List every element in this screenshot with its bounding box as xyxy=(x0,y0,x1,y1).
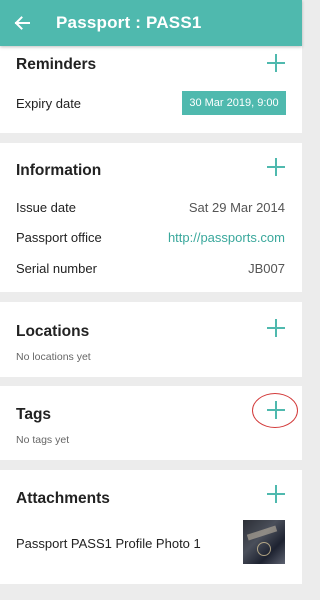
passport-office-label: Passport office xyxy=(16,230,102,245)
information-title: Information xyxy=(16,162,102,179)
add-location-button[interactable] xyxy=(266,318,286,338)
locations-empty-text: No locations yet xyxy=(16,351,91,363)
serial-number-value: JB007 xyxy=(248,261,285,276)
tags-title: Tags xyxy=(16,406,52,423)
add-reminder-button[interactable] xyxy=(266,53,286,73)
information-card: Information Issue date Sat 29 Mar 2014 P… xyxy=(0,143,302,292)
attachments-card: Attachments Passport PASS1 Profile Photo… xyxy=(0,470,302,584)
reminders-title: Reminders xyxy=(16,56,97,73)
attachment-thumbnail[interactable] xyxy=(243,520,285,564)
app-bar: Passport : PASS1 xyxy=(0,0,302,46)
attachment-name[interactable]: Passport PASS1 Profile Photo 1 xyxy=(16,536,201,551)
add-information-button[interactable] xyxy=(266,157,286,177)
locations-card: Locations No locations yet xyxy=(0,302,302,377)
issue-date-label: Issue date xyxy=(16,200,76,215)
passport-emblem-icon xyxy=(257,542,271,556)
highlight-circle xyxy=(252,393,298,428)
tags-empty-text: No tags yet xyxy=(16,434,70,446)
reminder-label: Expiry date xyxy=(16,96,82,111)
serial-number-label: Serial number xyxy=(16,261,97,276)
thumbnail-band-graphic xyxy=(246,525,278,541)
expiry-date-chip[interactable]: 30 Mar 2019, 9:00 xyxy=(182,91,286,115)
back-button[interactable] xyxy=(2,0,42,46)
issue-date-value: Sat 29 Mar 2014 xyxy=(188,200,285,215)
reminders-card: Reminders Expiry date 30 Mar 2019, 9:00 xyxy=(0,46,302,133)
passport-office-link[interactable]: http://passports.com xyxy=(168,230,285,245)
attachments-title: Attachments xyxy=(16,490,110,507)
tags-card: Tags No tags yet xyxy=(0,386,302,460)
locations-title: Locations xyxy=(16,323,90,340)
add-attachment-button[interactable] xyxy=(266,484,286,504)
arrow-left-icon xyxy=(14,16,30,30)
page-title: Passport : PASS1 xyxy=(56,13,202,32)
